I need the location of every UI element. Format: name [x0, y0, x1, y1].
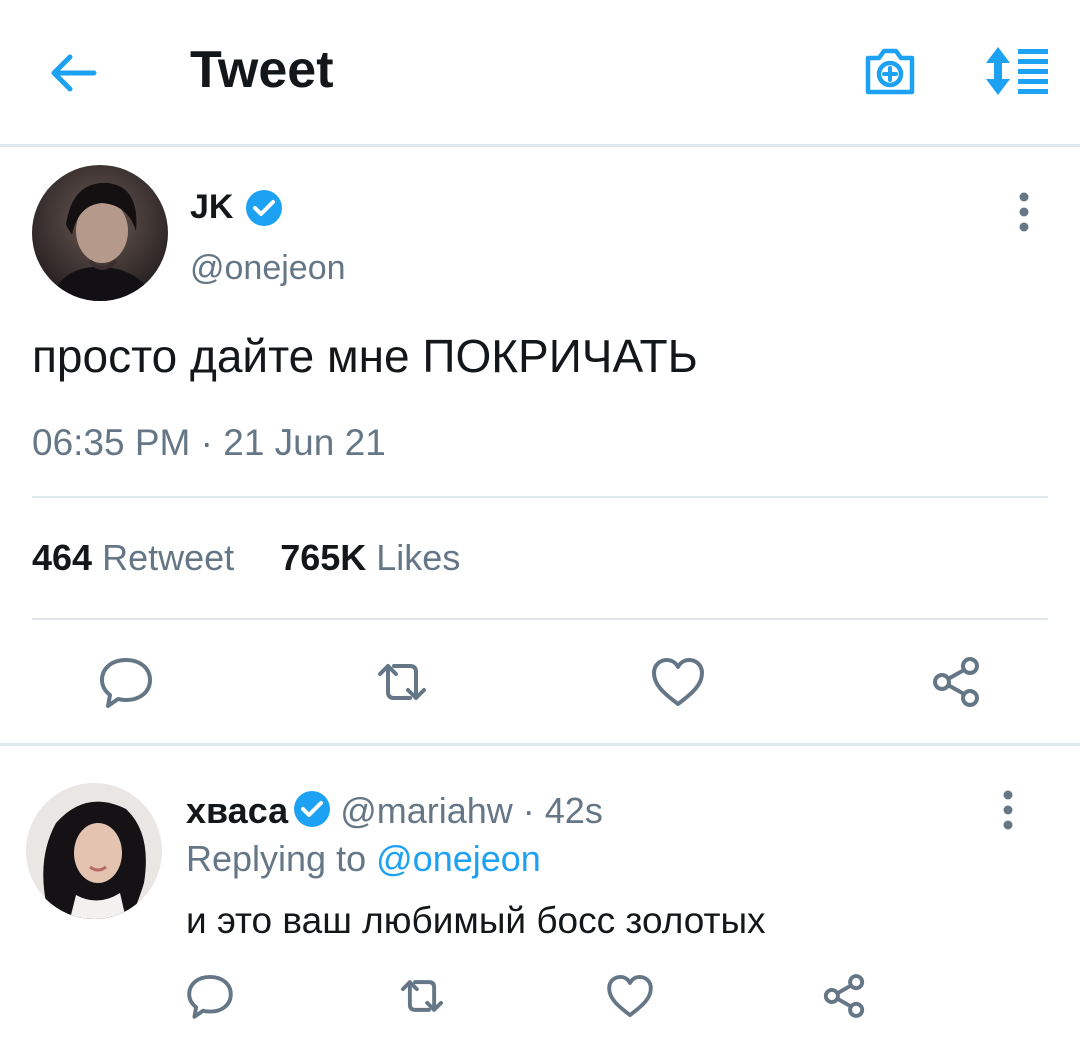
reply-author-name[interactable]: хваса — [186, 790, 288, 831]
section-divider — [0, 743, 1080, 746]
divider — [32, 496, 1048, 498]
sort-list-icon[interactable] — [984, 45, 1050, 97]
reply-icon[interactable] — [184, 970, 236, 1022]
tweet-stats: 464 Retweet 765K Likes — [32, 534, 460, 582]
like-icon[interactable] — [648, 652, 708, 712]
app-header — [0, 0, 1080, 146]
retweet-icon[interactable] — [372, 652, 432, 712]
retweet-icon[interactable] — [396, 970, 448, 1022]
share-icon[interactable] — [926, 652, 986, 712]
author-name[interactable]: JK — [190, 187, 233, 227]
author-handle[interactable]: @onejeon — [190, 247, 346, 289]
reply-icon[interactable] — [96, 652, 156, 712]
page-title: Tweet — [190, 41, 334, 99]
verified-badge-icon — [244, 188, 284, 228]
reply-author-avatar[interactable] — [26, 783, 162, 919]
retweet-label[interactable]: Retweet — [102, 537, 234, 578]
tweet-timestamp: 06:35 PM · 21 Jun 21 — [32, 422, 386, 463]
tweet-text: просто дайте мне ПОКРИЧАТЬ — [32, 330, 698, 382]
likes-label[interactable]: Likes — [376, 537, 460, 578]
divider — [32, 618, 1048, 620]
camera-add-icon[interactable] — [862, 42, 918, 98]
verified-badge-icon — [292, 789, 332, 829]
reply-author-handle[interactable]: @mariahw — [340, 790, 513, 831]
replying-prefix: Replying to — [186, 838, 367, 879]
replying-mention-link[interactable]: @onejeon — [376, 838, 541, 879]
share-icon[interactable] — [818, 970, 870, 1022]
arrow-left-icon[interactable] — [46, 46, 100, 100]
replying-to: Replying to @onejeon — [186, 836, 541, 882]
like-icon[interactable] — [604, 970, 656, 1022]
header-divider — [0, 144, 1080, 147]
author-avatar[interactable] — [32, 165, 168, 301]
more-options-icon[interactable] — [1010, 190, 1038, 234]
more-options-icon[interactable] — [994, 788, 1022, 832]
reply-header: хваса @mariahw · 42s — [186, 786, 603, 836]
retweet-count[interactable]: 464 — [32, 537, 92, 578]
reply-time: · 42s — [522, 790, 603, 831]
reply-text: и это ваш любимый босс золотых — [186, 900, 766, 941]
likes-count[interactable]: 765K — [280, 537, 366, 578]
